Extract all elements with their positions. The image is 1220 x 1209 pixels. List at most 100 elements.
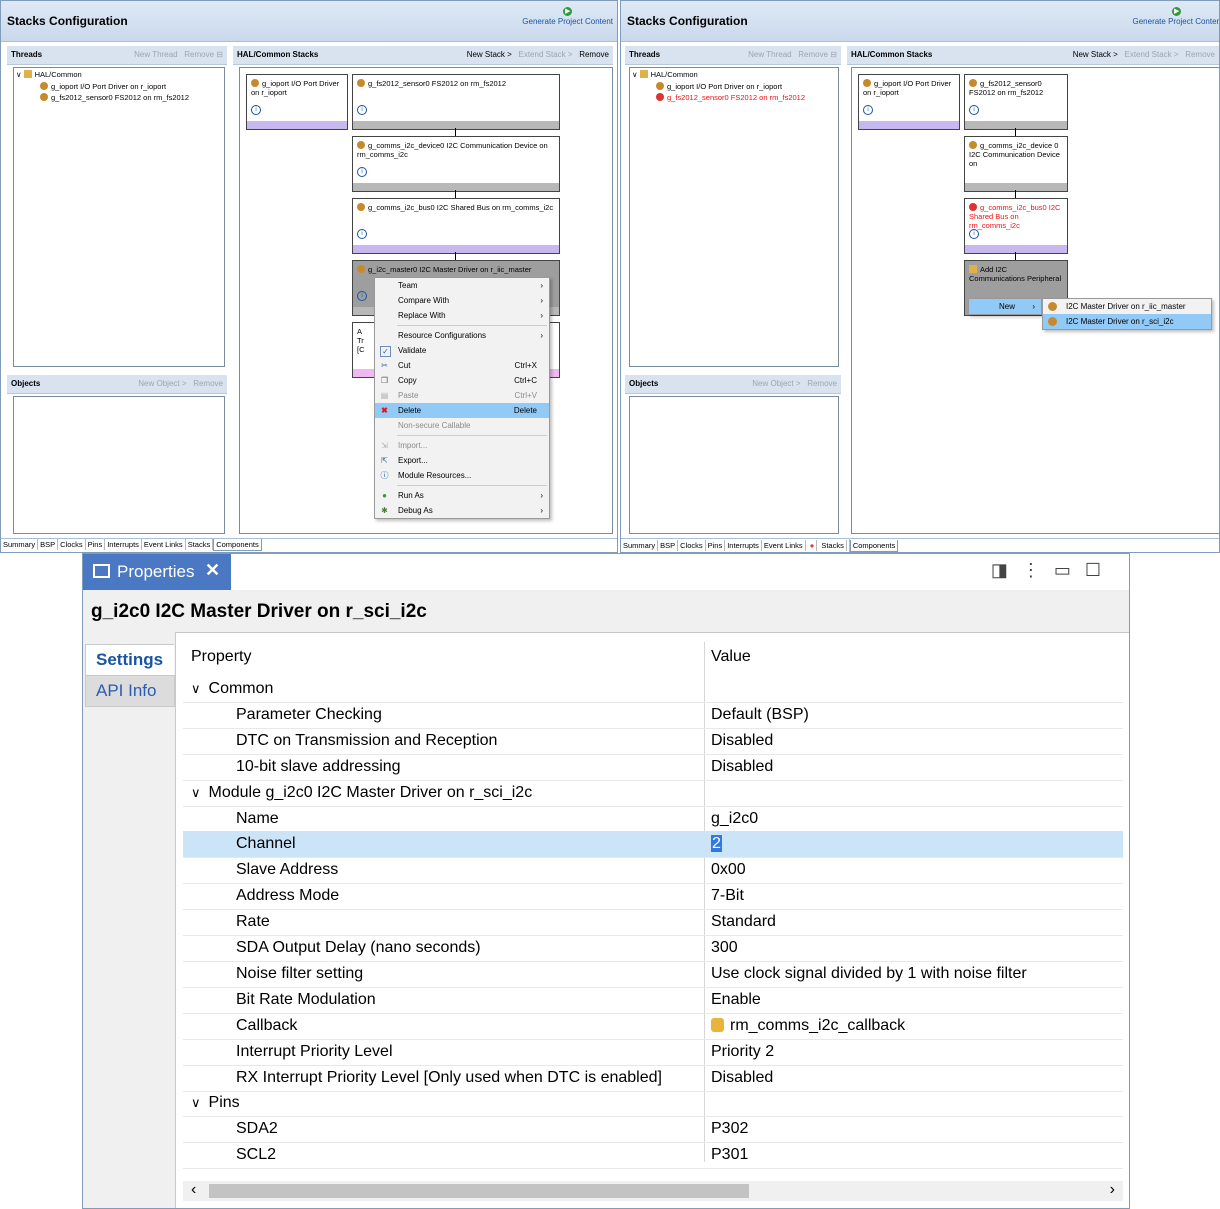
maximize-icon[interactable]: ☐ bbox=[1085, 560, 1115, 580]
remove-thread-button[interactable]: Remove bbox=[798, 50, 828, 59]
tab-components[interactable]: Components bbox=[213, 539, 262, 551]
extend-stack-button[interactable]: Extend Stack > bbox=[1125, 50, 1179, 59]
tree-item-fs2012[interactable]: g_fs2012_sensor0 FS2012 on rm_fs2012 bbox=[14, 92, 224, 103]
minimize-icon[interactable]: ▭ bbox=[1054, 560, 1085, 580]
property-row[interactable]: Interrupt Priority Level Priority 2 bbox=[183, 1039, 1123, 1066]
property-value[interactable]: P301 bbox=[711, 1146, 748, 1164]
property-row[interactable]: SDA Output Delay (nano seconds) 300 bbox=[183, 935, 1123, 962]
info-icon[interactable]: i bbox=[357, 291, 367, 301]
menu-copy[interactable]: ❐ Copy Ctrl+C bbox=[375, 373, 549, 388]
property-value[interactable]: 7-Bit bbox=[711, 887, 744, 905]
menu-delete[interactable]: ✖ Delete Delete bbox=[375, 403, 549, 418]
property-row[interactable]: Noise filter setting Use clock signal div… bbox=[183, 961, 1123, 988]
property-row[interactable]: Channel 2 bbox=[183, 831, 1123, 859]
tree-item-ioport[interactable]: g_ioport I/O Port Driver on r_ioport bbox=[630, 81, 838, 92]
tab-stacks[interactable]: ● Stacks bbox=[806, 539, 850, 552]
property-value[interactable]: Enable bbox=[711, 991, 761, 1009]
tab-components[interactable]: Components bbox=[849, 540, 899, 552]
new-thread-button[interactable]: New Thread bbox=[134, 50, 177, 59]
tab-interrupts[interactable]: Interrupts bbox=[725, 540, 762, 551]
tab-event-links[interactable]: Event Links bbox=[142, 539, 186, 550]
info-icon[interactable]: i bbox=[357, 105, 367, 115]
properties-tab[interactable]: Properties ✕ bbox=[83, 554, 231, 590]
pin-icon[interactable]: ◨ bbox=[991, 560, 1022, 580]
tab-api-info[interactable]: API Info bbox=[85, 675, 175, 707]
tab-pins[interactable]: Pins bbox=[706, 540, 726, 551]
tab-interrupts[interactable]: Interrupts bbox=[105, 539, 142, 550]
menu-debug-as[interactable]: ✱ Debug As › bbox=[375, 503, 549, 518]
menu-resource-configurations[interactable]: Resource Configurations › bbox=[375, 328, 549, 343]
chevron-down-icon[interactable]: ∨ bbox=[191, 785, 201, 801]
tab-settings[interactable]: Settings bbox=[85, 644, 174, 676]
menu-validate[interactable]: ✓ Validate bbox=[375, 343, 549, 358]
block-i2c-bus[interactable]: g_comms_i2c_bus0 I2C Shared Bus on rm_co… bbox=[352, 198, 560, 254]
property-group-row[interactable]: ∨ Pins bbox=[183, 1090, 1123, 1118]
tree-root[interactable]: ∨ HAL/Common bbox=[14, 68, 224, 81]
scrollbar-thumb[interactable] bbox=[209, 1184, 749, 1198]
property-value[interactable]: P302 bbox=[711, 1120, 748, 1138]
property-group-row[interactable]: ∨ Module g_i2c0 I2C Master Driver on r_sc… bbox=[183, 780, 1123, 807]
remove-stack-button[interactable]: Remove bbox=[1185, 50, 1215, 59]
tab-pins[interactable]: Pins bbox=[86, 539, 106, 550]
property-row[interactable]: Callback rm_comms_i2c_callback bbox=[183, 1013, 1123, 1040]
menu-i2c-master-sci[interactable]: I2C Master Driver on r_sci_i2c bbox=[1043, 314, 1211, 329]
property-group-row[interactable]: ∨ Common bbox=[183, 676, 1123, 703]
info-icon[interactable]: i bbox=[251, 105, 261, 115]
tab-summary[interactable]: Summary bbox=[1, 539, 39, 550]
block-ioport[interactable]: g_ioport I/O Port Driver on r_ioport i bbox=[858, 74, 960, 130]
info-icon[interactable]: i bbox=[969, 229, 979, 239]
menu-compare-with[interactable]: Compare With › bbox=[375, 293, 549, 308]
info-icon[interactable]: i bbox=[357, 229, 367, 239]
block-fs2012[interactable]: g_fs2012_sensor0 FS2012 on rm_fs2012 i bbox=[352, 74, 560, 130]
remove-object-button[interactable]: Remove bbox=[807, 379, 837, 388]
property-value[interactable]: 2 bbox=[711, 835, 722, 853]
new-thread-button[interactable]: New Thread bbox=[748, 50, 791, 59]
tab-bsp[interactable]: BSP bbox=[658, 540, 679, 551]
remove-object-button[interactable]: Remove bbox=[193, 379, 223, 388]
info-icon[interactable]: i bbox=[969, 105, 979, 115]
scroll-left-icon[interactable]: ‹ bbox=[191, 1181, 196, 1199]
view-menu-icon[interactable]: ⋮ bbox=[1022, 560, 1054, 580]
property-value[interactable]: Priority 2 bbox=[711, 1043, 774, 1061]
property-value[interactable]: Disabled bbox=[711, 732, 773, 750]
tab-clocks[interactable]: Clocks bbox=[58, 539, 86, 550]
tree-root[interactable]: ∨ HAL/Common bbox=[630, 68, 838, 81]
info-icon[interactable]: i bbox=[863, 105, 873, 115]
menu-cut[interactable]: ✂ Cut Ctrl+X bbox=[375, 358, 549, 373]
property-row[interactable]: Name g_i2c0 bbox=[183, 806, 1123, 833]
new-object-button[interactable]: New Object > bbox=[138, 379, 186, 388]
property-value[interactable]: 300 bbox=[711, 939, 738, 957]
menu-export[interactable]: ⇱ Export... bbox=[375, 453, 549, 468]
property-value[interactable]: Use clock signal divided by 1 with noise… bbox=[711, 965, 1027, 983]
property-value[interactable]: Default (BSP) bbox=[711, 706, 809, 724]
property-value[interactable]: rm_comms_i2c_callback bbox=[711, 1017, 905, 1035]
menu-i2c-master-iic[interactable]: I2C Master Driver on r_iic_master bbox=[1043, 299, 1211, 314]
property-value[interactable]: Disabled bbox=[711, 1069, 773, 1087]
block-ioport[interactable]: g_ioport I/O Port Driver on r_ioport i bbox=[246, 74, 348, 130]
chevron-down-icon[interactable]: ∨ bbox=[191, 681, 201, 697]
property-value[interactable]: g_i2c0 bbox=[711, 810, 758, 828]
block-i2c-bus[interactable]: g_comms_i2c_bus0 I2C Shared Bus on rm_co… bbox=[964, 198, 1068, 254]
new-object-button[interactable]: New Object > bbox=[752, 379, 800, 388]
extend-stack-button[interactable]: Extend Stack > bbox=[519, 50, 573, 59]
remove-stack-button[interactable]: Remove bbox=[579, 50, 609, 59]
new-stack-button[interactable]: New Stack > bbox=[467, 50, 512, 59]
menu-team[interactable]: Team › bbox=[375, 278, 549, 293]
info-icon[interactable]: i bbox=[357, 167, 367, 177]
menu-module-resources[interactable]: ⓘ Module Resources... bbox=[375, 468, 549, 483]
tab-bsp[interactable]: BSP bbox=[38, 539, 59, 550]
property-row[interactable]: SDA2 P302 bbox=[183, 1116, 1123, 1144]
property-row[interactable]: RX Interrupt Priority Level [Only used w… bbox=[183, 1065, 1123, 1092]
block-i2c-device[interactable]: g_comms_i2c_device0 I2C Communication De… bbox=[352, 136, 560, 192]
tab-stacks[interactable]: Stacks bbox=[186, 539, 214, 550]
tab-summary[interactable]: Summary bbox=[621, 540, 659, 551]
property-row[interactable]: 10-bit slave addressing Disabled bbox=[183, 754, 1123, 781]
property-value[interactable]: Standard bbox=[711, 913, 776, 931]
property-value[interactable]: Disabled bbox=[711, 758, 773, 776]
property-row[interactable]: Rate Standard bbox=[183, 909, 1123, 937]
tree-item-fs2012[interactable]: g_fs2012_sensor0 FS2012 on rm_fs2012 bbox=[630, 92, 838, 103]
menu-new[interactable]: New › bbox=[969, 299, 1041, 314]
generate-project-content-button[interactable]: ▶ Generate Project Content bbox=[522, 7, 613, 26]
menu-replace-with[interactable]: Replace With › bbox=[375, 308, 549, 323]
property-row[interactable]: Parameter Checking Default (BSP) bbox=[183, 702, 1123, 729]
